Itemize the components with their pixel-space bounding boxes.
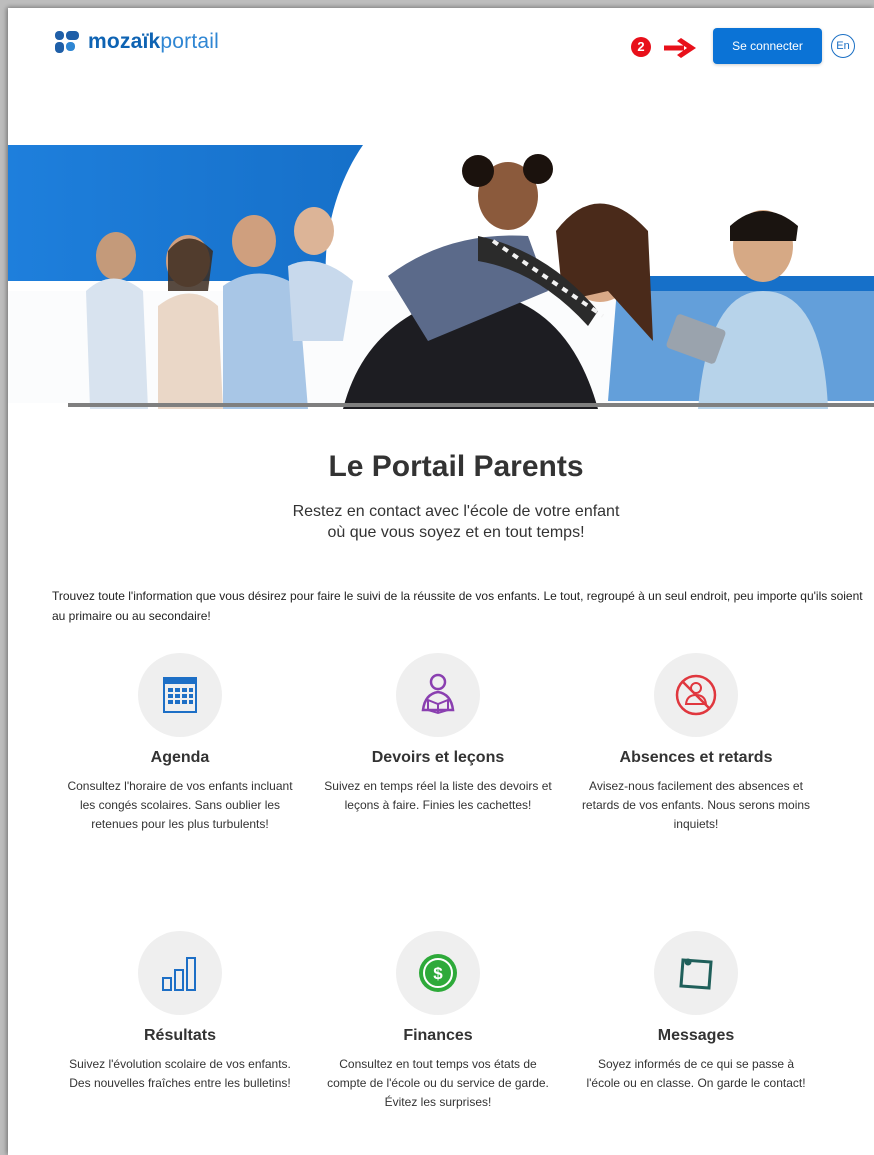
feature-icon-circle xyxy=(396,653,480,737)
bar-chart-icon xyxy=(162,957,196,991)
login-button[interactable]: Se connecter xyxy=(713,28,822,64)
feature-finances: $ Finances Consultez en tout temps vos é… xyxy=(308,931,568,1112)
feature-description: Suivez l'évolution scolaire de vos enfan… xyxy=(69,1057,291,1090)
right-arrow-icon xyxy=(663,37,697,59)
feature-title: Messages xyxy=(657,1027,735,1044)
page-subtitle-line-2: où que vous soyez et en tout temps! xyxy=(327,524,585,541)
feature-title: Agenda xyxy=(150,749,210,766)
feature-description: Consultez l'horaire de vos enfants inclu… xyxy=(67,779,293,831)
student-reading-icon xyxy=(421,673,455,715)
mozaik-logo[interactable]: mozaïkportail xyxy=(54,30,219,54)
intro-paragraph: Trouvez toute l'information que vous dés… xyxy=(52,589,863,623)
feature-icon-circle xyxy=(654,931,738,1015)
feature-title: Absences et retards xyxy=(619,749,773,766)
top-bar: mozaïkportail 2 Se connecter En xyxy=(8,8,874,78)
page-title: Le Portail Parents xyxy=(328,450,584,483)
feature-homework: Devoirs et leçons Suivez en temps réel l… xyxy=(308,653,568,815)
feature-title: Devoirs et leçons xyxy=(371,749,505,766)
feature-icon-circle xyxy=(654,653,738,737)
no-person-icon xyxy=(675,674,717,716)
feature-icon-circle xyxy=(138,653,222,737)
dollar-coin-icon: $ xyxy=(419,954,457,992)
page: mozaïkportail 2 Se connecter En Le Porta… xyxy=(8,8,874,1155)
pinned-note-icon xyxy=(679,958,713,990)
feature-title: Résultats xyxy=(143,1027,217,1044)
step-number-badge: 2 xyxy=(631,37,651,57)
feature-absences: Absences et retards Avisez-nous facileme… xyxy=(566,653,826,834)
hero-banner-image xyxy=(8,141,874,411)
page-subtitle: Restez en contact avec l'école de votre … xyxy=(8,501,874,543)
calendar-icon xyxy=(163,677,197,713)
feature-messages: Messages Soyez informés de ce qui se pas… xyxy=(566,931,826,1093)
feature-description: Suivez en temps réel la liste des devoir… xyxy=(324,779,552,812)
svg-text:$: $ xyxy=(433,964,443,983)
feature-description: Avisez-nous facilement des absences et r… xyxy=(581,779,811,831)
language-toggle-button[interactable]: En xyxy=(831,34,855,58)
logo-text: mozaïkportail xyxy=(88,30,219,54)
feature-icon-circle xyxy=(138,931,222,1015)
feature-icon-circle: $ xyxy=(396,931,480,1015)
logo-text-bold: mozaïk xyxy=(88,30,161,53)
page-subtitle-line-1: Restez en contact avec l'école de votre … xyxy=(292,503,620,520)
feature-description: Consultez en tout temps vos états de com… xyxy=(327,1057,549,1109)
feature-results: Résultats Suivez l'évolution scolaire de… xyxy=(50,931,310,1093)
mozaik-logo-mark-icon xyxy=(54,30,80,54)
feature-title: Finances xyxy=(403,1027,473,1044)
logo-text-light: portail xyxy=(160,30,220,53)
feature-agenda: Agenda Consultez l'horaire de vos enfant… xyxy=(50,653,310,834)
feature-description: Soyez informés de ce qui se passe à l'éc… xyxy=(586,1057,806,1090)
